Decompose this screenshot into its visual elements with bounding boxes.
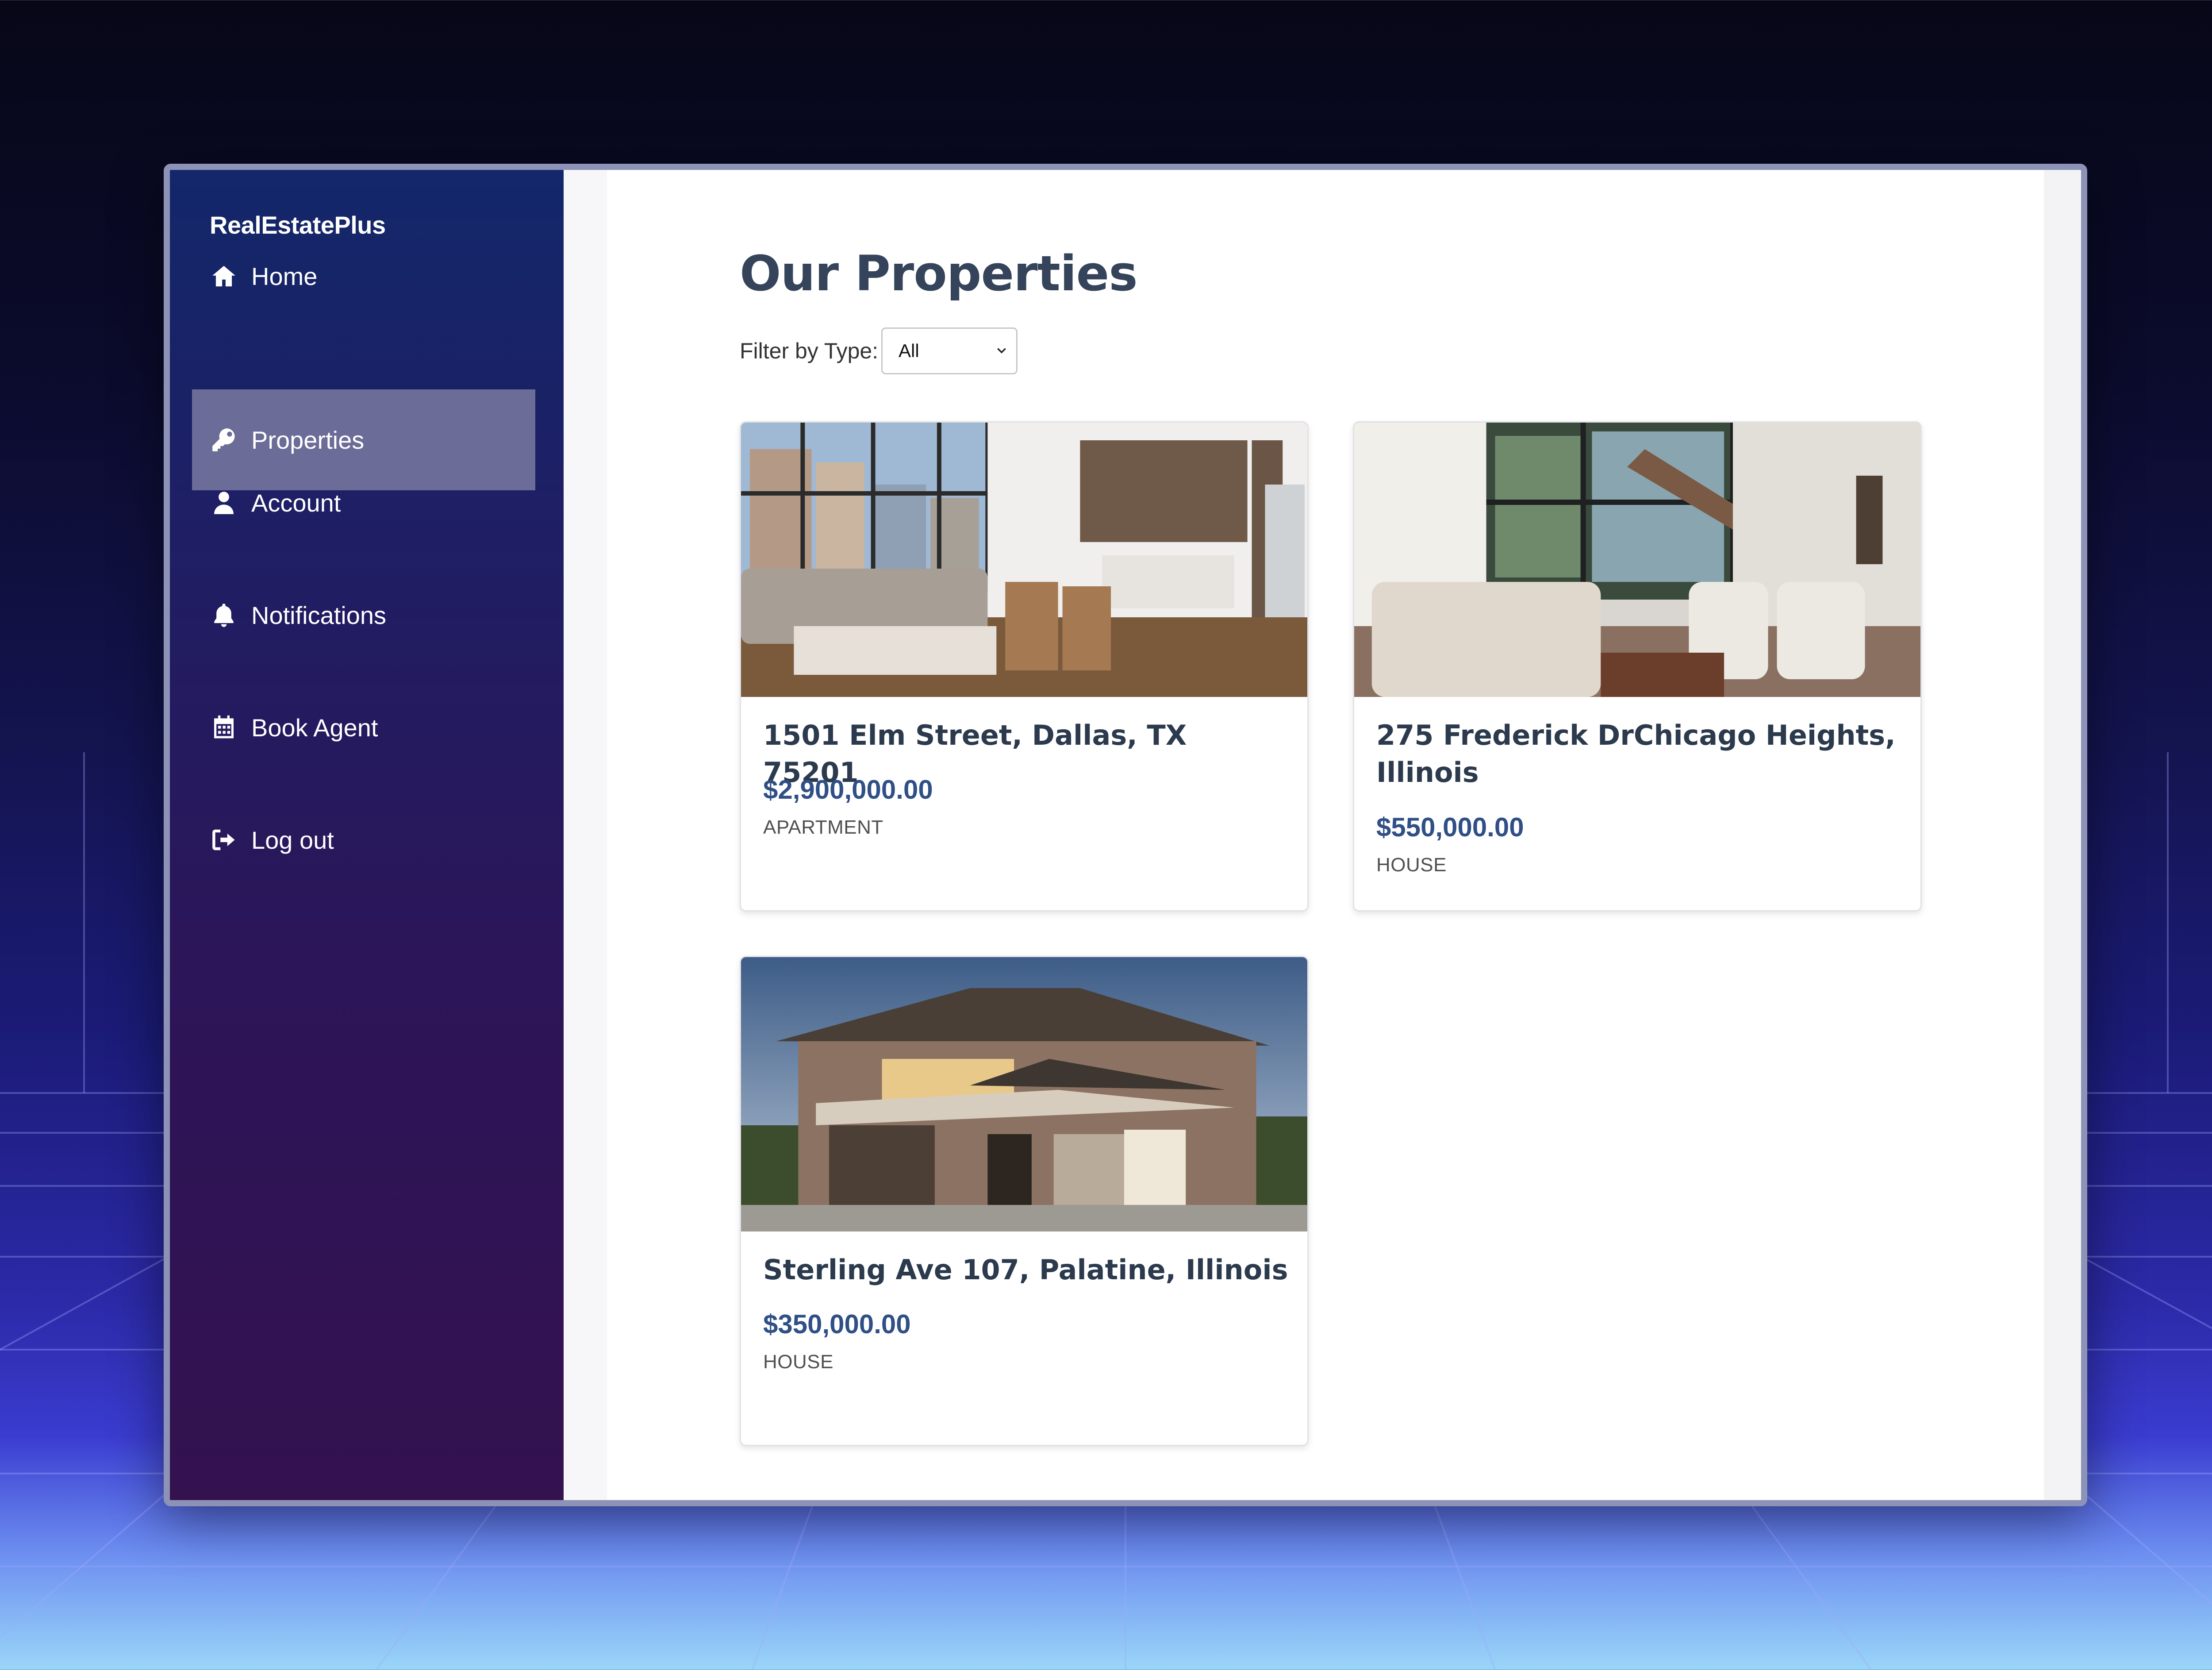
- sidebar-item-notifications[interactable]: Notifications: [192, 565, 535, 666]
- property-type: HOUSE: [763, 1351, 833, 1373]
- home-icon: [210, 262, 238, 290]
- property-card[interactable]: Sterling Ave 107, Palatine, Illinois $35…: [740, 956, 1309, 1446]
- type-filter-select[interactable]: All: [881, 327, 1018, 374]
- bell-icon: [210, 601, 238, 629]
- property-price: $550,000.00: [1376, 812, 1524, 842]
- property-price: $350,000.00: [763, 1309, 911, 1339]
- house-interior-photo: [1354, 423, 1920, 697]
- sidebar-item-label: Account: [251, 489, 341, 517]
- property-price: $2,900,000.00: [763, 775, 933, 804]
- sidebar-item-account[interactable]: Account: [192, 452, 535, 553]
- sidebar: RealEstatePlus Home Properties Account N…: [170, 170, 564, 1500]
- user-icon: [210, 489, 238, 517]
- property-address: Sterling Ave 107, Palatine, Illinois: [763, 1254, 1288, 1286]
- filter-label: Filter by Type:: [740, 339, 879, 363]
- content-gutter: [564, 170, 607, 1500]
- app-window: RealEstatePlus Home Properties Account N…: [164, 164, 2087, 1506]
- logout-icon: [210, 826, 238, 854]
- sidebar-item-label: Book Agent: [251, 713, 378, 742]
- page-title: Our Properties: [740, 245, 1138, 302]
- sidebar-item-label: Log out: [251, 826, 334, 854]
- property-type: HOUSE: [1376, 854, 1447, 876]
- sidebar-item-logout[interactable]: Log out: [192, 789, 535, 890]
- property-card[interactable]: 275 Frederick DrChicago Heights, Illinoi…: [1353, 421, 1922, 912]
- property-address: 275 Frederick DrChicago Heights, Illinoi…: [1376, 719, 1896, 789]
- chevron-down-icon: [997, 348, 1006, 354]
- sidebar-item-label: Properties: [251, 426, 365, 454]
- sidebar-item-book-agent[interactable]: Book Agent: [192, 677, 535, 778]
- calendar-icon: [210, 713, 238, 742]
- key-icon: [210, 426, 238, 454]
- sidebar-item-home[interactable]: Home: [192, 226, 535, 327]
- sidebar-item-label: Home: [251, 262, 318, 290]
- property-card[interactable]: 1501 Elm Street, Dallas, TX 75201 $2,900…: [740, 421, 1309, 912]
- house-exterior-photo: [741, 957, 1307, 1231]
- type-filter-value: All: [899, 340, 919, 361]
- main-content: Our Properties Filter by Type: All 1501 …: [607, 170, 2044, 1500]
- property-type: APARTMENT: [763, 816, 883, 838]
- sidebar-item-label: Notifications: [251, 601, 387, 629]
- right-gutter: [2044, 170, 2081, 1500]
- apartment-interior-photo: [741, 423, 1307, 697]
